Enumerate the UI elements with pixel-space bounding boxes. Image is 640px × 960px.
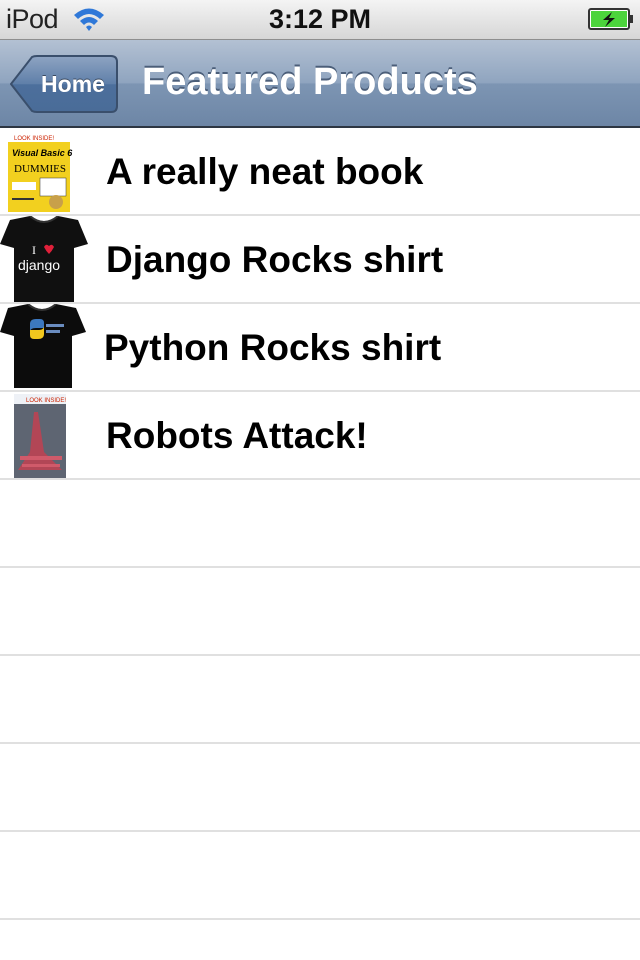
django-shirt-thumbnail: I django — [0, 216, 88, 302]
empty-row — [0, 832, 640, 920]
empty-row — [0, 568, 640, 656]
page-title: Featured Products — [142, 61, 478, 103]
status-bar: iPod 3:12 PM — [0, 0, 640, 40]
battery-charging-icon — [588, 8, 633, 30]
svg-text:django: django — [18, 257, 60, 273]
product-name: Robots Attack! — [106, 415, 368, 456]
empty-row — [0, 744, 640, 832]
svg-text:I: I — [32, 243, 36, 257]
product-name: Python Rocks shirt — [104, 327, 442, 368]
status-time: 3:12 PM — [268, 4, 372, 34]
product-table: LOOK INSIDE! Visual Basic 6 DUMMIES A re… — [0, 128, 640, 960]
svg-text:Visual Basic 6: Visual Basic 6 — [12, 148, 73, 158]
home-back-button[interactable]: Home — [10, 55, 118, 113]
product-row[interactable]: LOOK INSIDE! Visual Basic 6 DUMMIES A re… — [0, 128, 640, 216]
svg-text:LOOK INSIDE!: LOOK INSIDE! — [26, 398, 66, 404]
svg-text:LOOK INSIDE!: LOOK INSIDE! — [14, 136, 54, 142]
book-cover-thumbnail: LOOK INSIDE! Visual Basic 6 DUMMIES — [0, 128, 88, 214]
product-row[interactable]: I django Django Rocks shirt — [0, 216, 640, 304]
product-row[interactable]: LOOK INSIDE! Robots Attack! — [0, 392, 640, 480]
product-row[interactable]: Python Rocks shirt — [0, 304, 640, 392]
robots-book-thumbnail: LOOK INSIDE! — [0, 392, 88, 478]
empty-row — [0, 656, 640, 744]
navigation-bar: Home Featured Products — [0, 40, 640, 128]
empty-row — [0, 920, 640, 960]
back-button-label: Home — [41, 71, 105, 97]
product-name: Django Rocks shirt — [106, 239, 444, 280]
svg-text:DUMMIES: DUMMIES — [14, 163, 66, 175]
product-name: A really neat book — [106, 151, 424, 192]
python-shirt-thumbnail — [0, 304, 88, 390]
empty-row — [0, 480, 640, 568]
